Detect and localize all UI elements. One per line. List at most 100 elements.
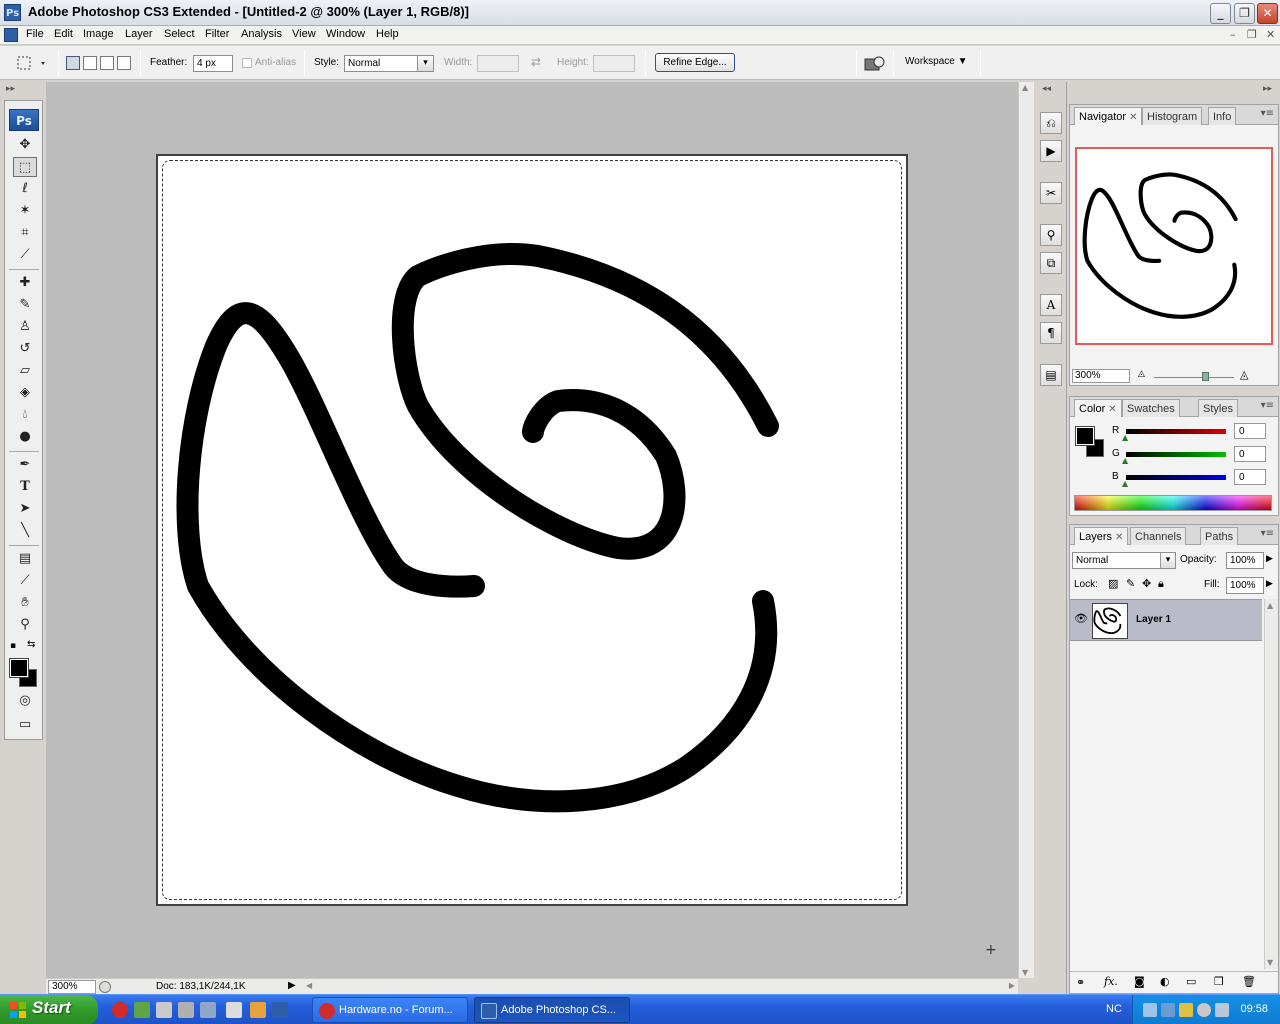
fill-slider-arrow-icon[interactable]: ▶: [1266, 579, 1273, 589]
red-slider-handle[interactable]: ▲: [1122, 433, 1128, 442]
healing-brush-tool-icon[interactable]: ✚: [13, 273, 37, 293]
actions-panel-icon[interactable]: ▶: [1040, 140, 1062, 162]
refine-edge-button[interactable]: Refine Edge...: [655, 53, 735, 72]
bridge-icon[interactable]: [864, 55, 886, 73]
speaker-icon[interactable]: [1143, 1003, 1157, 1017]
navigator-preview[interactable]: [1075, 147, 1273, 345]
photoshop-app-icon[interactable]: Ps: [4, 4, 21, 21]
green-slider-handle[interactable]: ▲: [1122, 456, 1128, 465]
link-layers-icon[interactable]: ⚭: [1076, 976, 1085, 989]
hand-tool-icon[interactable]: ✋︎: [13, 593, 37, 613]
fill-input[interactable]: 100%: [1226, 577, 1264, 594]
document-close-button[interactable]: ✕: [1266, 28, 1275, 41]
zoom-slider-handle[interactable]: [1202, 372, 1209, 381]
messenger-quicklaunch-icon[interactable]: [134, 1002, 150, 1018]
menu-window[interactable]: Window: [326, 28, 365, 40]
taskbar-button-active[interactable]: Adobe Photoshop CS...: [474, 997, 630, 1023]
menu-layer[interactable]: Layer: [125, 28, 153, 40]
lasso-tool-icon[interactable]: ℓ: [13, 179, 37, 199]
new-layer-icon[interactable]: ❐: [1214, 975, 1224, 988]
layers-scrollbar[interactable]: ▲ ▼: [1264, 599, 1278, 969]
new-group-icon[interactable]: ▭: [1186, 975, 1196, 988]
document-canvas[interactable]: [156, 154, 908, 906]
layer-name[interactable]: Layer 1: [1136, 614, 1171, 625]
document-minimize-button[interactable]: –: [1230, 28, 1236, 41]
default-colors-icon[interactable]: ▪: [10, 641, 16, 651]
photoshop-logo[interactable]: Ps: [9, 109, 39, 131]
path-selection-tool-icon[interactable]: ➤: [13, 499, 37, 519]
tab-paths[interactable]: Paths: [1200, 527, 1239, 545]
screen-mode-icon[interactable]: ▭: [13, 715, 37, 735]
anti-alias-checkbox[interactable]: [242, 58, 252, 68]
expand-panels-icon[interactable]: ▸▸: [1263, 84, 1272, 94]
tab-histogram[interactable]: Histogram: [1142, 107, 1203, 125]
opacity-slider-arrow-icon[interactable]: ▶: [1266, 554, 1273, 564]
add-to-selection-icon[interactable]: [83, 56, 97, 70]
menu-help[interactable]: Help: [376, 28, 399, 40]
app-tray-icon[interactable]: [1197, 1003, 1211, 1017]
collapse-dock-icon[interactable]: ◂◂: [1042, 84, 1051, 94]
panel-menu-icon[interactable]: ▾≡: [1261, 400, 1274, 411]
restore-button[interactable]: ❐: [1234, 3, 1255, 24]
start-button[interactable]: Start: [0, 995, 98, 1024]
paragraph-panel-icon[interactable]: ¶: [1040, 322, 1062, 344]
tab-styles[interactable]: Styles: [1198, 399, 1238, 417]
lock-pixels-icon[interactable]: ✎: [1126, 577, 1135, 590]
language-indicator[interactable]: NC: [1106, 1003, 1122, 1015]
tab-layers[interactable]: Layers ✕: [1074, 527, 1129, 545]
trash-icon[interactable]: 🗑︎: [1242, 975, 1256, 988]
lock-position-icon[interactable]: ✥: [1142, 577, 1151, 590]
menu-view[interactable]: View: [292, 28, 316, 40]
red-slider[interactable]: [1126, 429, 1226, 434]
eye-icon[interactable]: 👁︎: [1074, 612, 1088, 625]
menu-analysis[interactable]: Analysis: [241, 28, 282, 40]
foreground-color-swatch[interactable]: [9, 658, 29, 678]
character-panel-icon[interactable]: A: [1040, 294, 1062, 316]
menu-select[interactable]: Select: [164, 28, 195, 40]
chevron-down-icon[interactable]: ▾: [1160, 553, 1175, 568]
photoshop-quicklaunch-icon[interactable]: [272, 1002, 288, 1018]
crop-tool-icon[interactable]: ⌗: [13, 223, 37, 243]
opacity-input[interactable]: 100%: [1226, 552, 1264, 569]
minimize-button[interactable]: _: [1210, 3, 1231, 24]
paint-bucket-tool-icon[interactable]: ◈: [13, 383, 37, 403]
app-quicklaunch-icon[interactable]: [200, 1002, 216, 1018]
brushes-panel-icon[interactable]: ⚲: [1040, 224, 1062, 246]
color-foreground-swatch[interactable]: [1075, 426, 1095, 446]
clone-stamp-tool-icon[interactable]: ♙: [13, 317, 37, 337]
tab-navigator[interactable]: Navigator ✕: [1074, 107, 1143, 125]
history-brush-tool-icon[interactable]: ↺: [13, 339, 37, 359]
menu-edit[interactable]: Edit: [54, 28, 73, 40]
network-icon[interactable]: [1161, 1003, 1175, 1017]
workspace-button[interactable]: Workspace ▼: [905, 56, 968, 67]
line-tool-icon[interactable]: ╲: [13, 521, 37, 541]
adjustment-layer-icon[interactable]: ◐: [1160, 975, 1170, 988]
mail-icon[interactable]: [1215, 1003, 1229, 1017]
layer-style-icon[interactable]: fx.: [1104, 975, 1118, 988]
width-input[interactable]: [477, 55, 519, 72]
zoom-slider[interactable]: [1154, 377, 1234, 378]
layer-comps-icon[interactable]: ▤: [1040, 364, 1062, 386]
quick-mask-icon[interactable]: ◎: [13, 691, 37, 711]
menu-image[interactable]: Image: [83, 28, 114, 40]
brush-tool-icon[interactable]: ✎: [13, 295, 37, 315]
history-panel-icon[interactable]: ⎌: [1040, 112, 1062, 134]
eraser-tool-icon[interactable]: ▱: [13, 361, 37, 381]
zoom-in-icon[interactable]: ◬: [1240, 368, 1248, 381]
type-tool-icon[interactable]: T: [13, 477, 37, 497]
swap-dimensions-icon[interactable]: ⇄: [531, 55, 541, 69]
chevron-down-icon[interactable]: ▾: [417, 55, 434, 72]
tab-channels[interactable]: Channels: [1130, 527, 1187, 545]
taskbar-button[interactable]: Hardware.no - Forum...: [312, 997, 468, 1023]
notes-tool-icon[interactable]: ▤: [13, 549, 37, 569]
slice-tool-icon[interactable]: ⟋: [13, 245, 37, 265]
zoom-field[interactable]: 300%: [48, 980, 96, 994]
tab-info[interactable]: Info: [1208, 107, 1237, 125]
magic-wand-tool-icon[interactable]: ✶: [13, 201, 37, 221]
blue-value-input[interactable]: 0: [1234, 469, 1266, 485]
app-quicklaunch-icon[interactable]: [226, 1002, 242, 1018]
eyedropper-tool-icon[interactable]: ⟋: [13, 571, 37, 591]
blue-slider-handle[interactable]: ▲: [1122, 479, 1128, 488]
close-button[interactable]: ✕: [1257, 3, 1278, 24]
tab-color[interactable]: Color ✕: [1074, 399, 1122, 417]
